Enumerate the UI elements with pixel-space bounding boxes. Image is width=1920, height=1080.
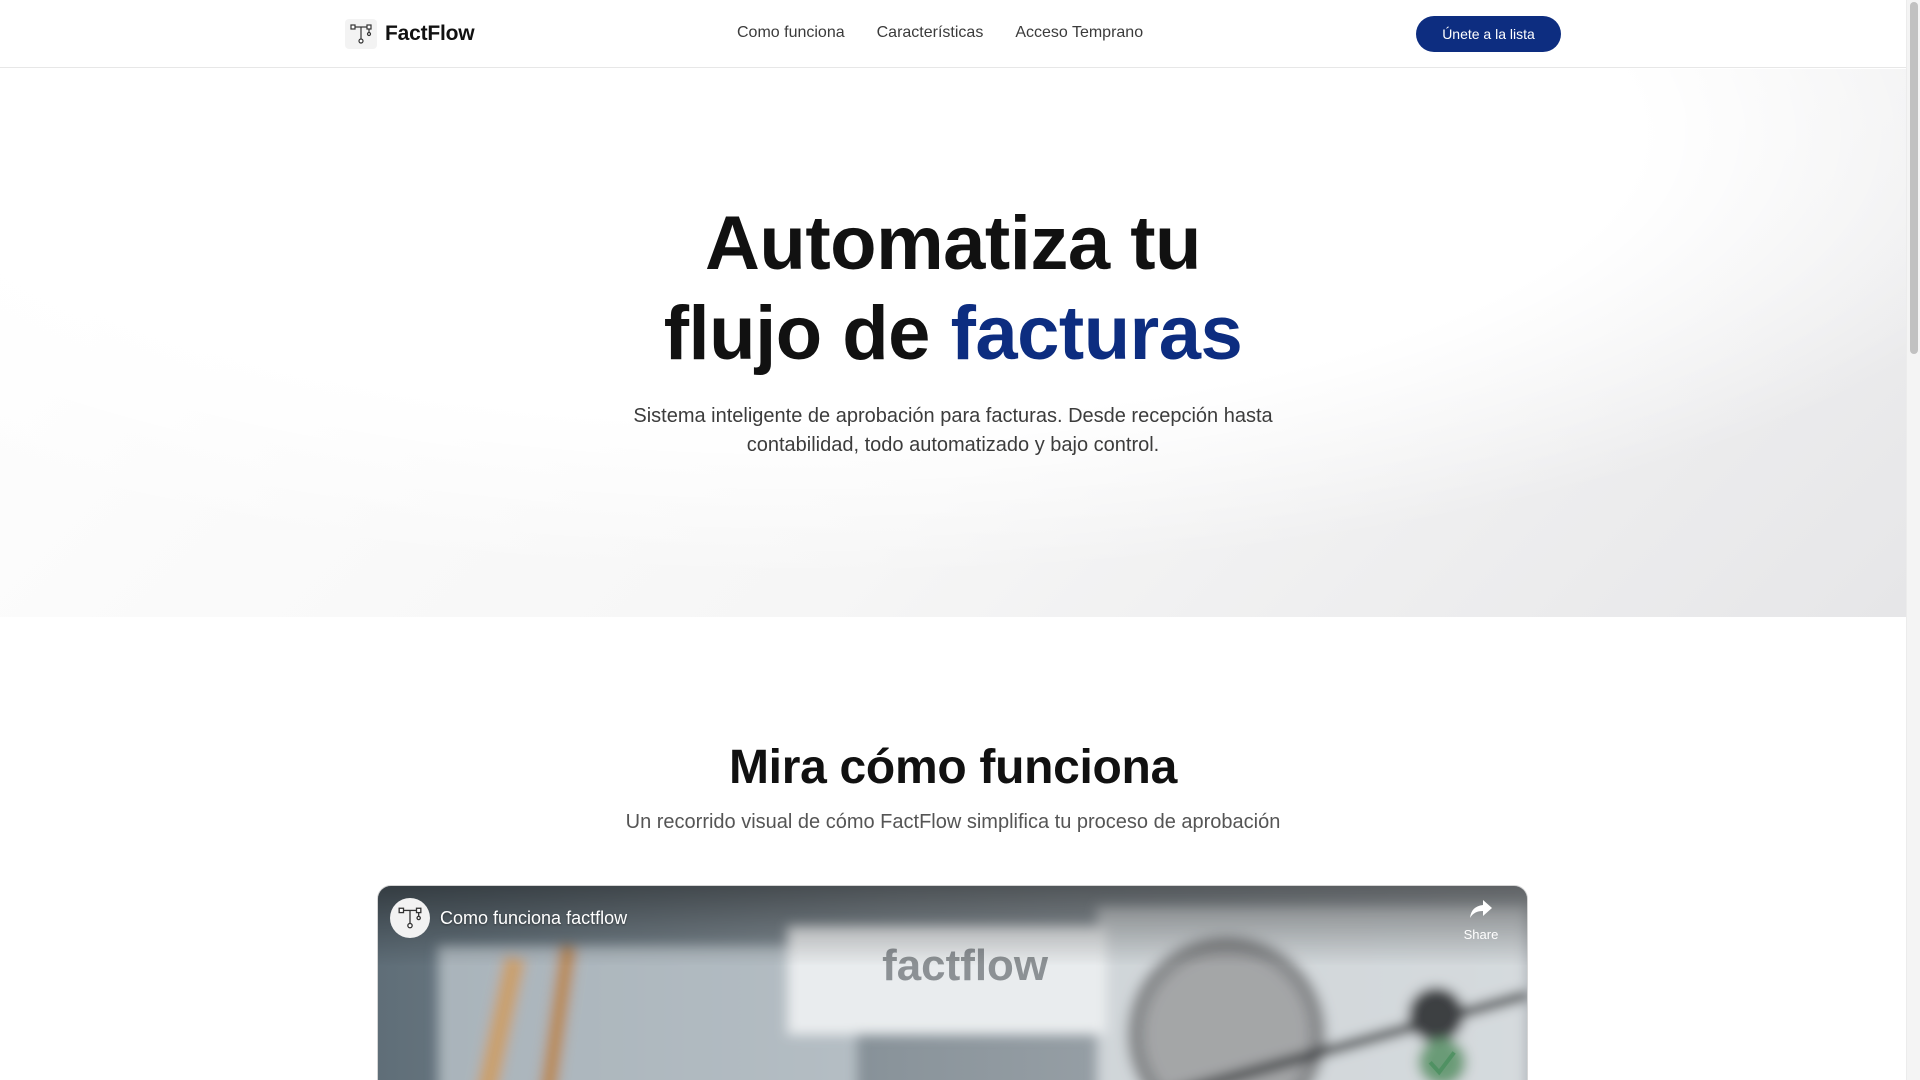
video-section-subtitle: Un recorrido visual de cómo FactFlow sim…: [625, 811, 1281, 833]
hero-subtitle: Sistema inteligente de aprobación para f…: [0, 402, 1906, 460]
brand-link[interactable]: FactFlow: [345, 19, 475, 49]
share-label: Share: [1463, 927, 1499, 942]
nav-link-caracteristicas[interactable]: Características: [877, 23, 984, 43]
share-arrow-icon: [1470, 900, 1492, 918]
site-header: FactFlow Como funciona Características A…: [0, 0, 1906, 68]
hero-subtitle-line2: contabilidad, todo automatizado y bajo c…: [746, 434, 1160, 456]
hero-title: Automatiza tu flujo de facturas: [0, 199, 1906, 379]
brand-name: FactFlow: [385, 22, 475, 45]
hero-title-line1: Automatiza tu: [705, 201, 1201, 286]
video-title[interactable]: Como funciona factflow: [440, 908, 627, 929]
scrollbar-thumb[interactable]: [1910, 2, 1918, 354]
page-scrollbar[interactable]: [1906, 0, 1920, 1080]
share-button[interactable]: Share: [1459, 898, 1503, 942]
video-player[interactable]: factflow Como funciona factflow Share: [377, 885, 1528, 1080]
join-waitlist-button[interactable]: Únete a la lista: [1416, 16, 1561, 52]
nav-link-como-funciona[interactable]: Como funciona: [737, 23, 845, 43]
hero-title-line2-prefix: flujo de: [663, 291, 951, 376]
hero-title-accent: facturas: [950, 291, 1243, 376]
hero-subtitle-line1: Sistema inteligente de aprobación para f…: [633, 405, 1273, 427]
workflow-nodes-icon: [345, 19, 377, 49]
video-section-title: Mira cómo funciona: [729, 741, 1177, 794]
channel-avatar[interactable]: [390, 898, 430, 938]
nav-link-acceso-temprano[interactable]: Acceso Temprano: [1015, 23, 1143, 43]
workflow-nodes-icon: [398, 907, 422, 929]
hero-section: Automatiza tu flujo de facturas Sistema …: [0, 69, 1906, 617]
main-nav: Como funciona Características Acceso Tem…: [737, 23, 1143, 43]
